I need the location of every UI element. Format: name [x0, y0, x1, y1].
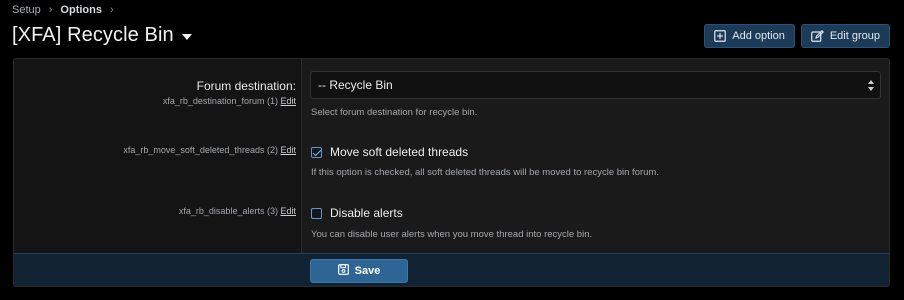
option-key-text: xfa_rb_destination_forum (1)	[162, 96, 278, 106]
option-hint: If this option is checked, all soft dele…	[311, 167, 659, 178]
option-label: Forum destination:	[196, 79, 296, 93]
edit-link[interactable]: Edit	[280, 96, 296, 106]
option-key: xfa_rb_destination_forum (1) Edit	[163, 96, 296, 106]
header-actions: Add option Edit group	[704, 24, 890, 48]
breadcrumb-setup[interactable]: Setup	[12, 4, 41, 16]
edit-link[interactable]: Edit	[280, 145, 296, 155]
add-option-label: Add option	[732, 30, 785, 42]
options-panel: Forum destination: xfa_rb_destination_fo…	[13, 58, 890, 287]
breadcrumb-options[interactable]: Options	[60, 4, 102, 16]
form-footer: Save	[14, 253, 889, 286]
plus-square-icon	[714, 30, 727, 42]
breadcrumb-separator: ›	[109, 4, 114, 16]
option-key: xfa_rb_disable_alerts (3) Edit	[179, 206, 296, 216]
breadcrumb-separator: ›	[48, 4, 53, 16]
page-title[interactable]: [XFA] Recycle Bin	[12, 24, 192, 47]
option-row-disable-alerts: xfa_rb_disable_alerts (3) Edit Disable a…	[14, 187, 889, 253]
edit-icon	[810, 30, 824, 42]
add-option-button[interactable]: Add option	[704, 24, 795, 48]
option-key-text: xfa_rb_move_soft_deleted_threads (2)	[123, 145, 278, 155]
checkbox-label: Disable alerts	[330, 206, 403, 220]
option-row-move-soft-deleted: xfa_rb_move_soft_deleted_threads (2) Edi…	[14, 123, 889, 187]
edit-group-label: Edit group	[829, 30, 880, 42]
disable-alerts-checkbox-row[interactable]: Disable alerts	[311, 206, 403, 220]
caret-down-icon[interactable]	[181, 34, 192, 40]
save-label: Save	[354, 265, 381, 277]
option-row-destination-forum: Forum destination: xfa_rb_destination_fo…	[14, 59, 889, 123]
option-hint: You can disable user alerts when you mov…	[311, 229, 593, 240]
option-hint: Select forum destination for recycle bin…	[311, 107, 478, 118]
edit-link[interactable]: Edit	[280, 206, 296, 216]
option-key: xfa_rb_move_soft_deleted_threads (2) Edi…	[123, 145, 296, 155]
save-icon	[337, 264, 349, 278]
checkbox-label: Move soft deleted threads	[330, 145, 469, 159]
edit-group-button[interactable]: Edit group	[800, 24, 890, 48]
breadcrumb: Setup › Options ›	[12, 4, 114, 16]
option-key-text: xfa_rb_disable_alerts (3)	[178, 206, 278, 216]
move-soft-deleted-checkbox-row[interactable]: Move soft deleted threads	[311, 145, 468, 159]
page-title-text: [XFA] Recycle Bin	[12, 24, 174, 46]
checkbox-unchecked[interactable]	[311, 207, 322, 219]
select-arrows-icon	[868, 80, 874, 91]
save-button[interactable]: Save	[310, 259, 408, 283]
select-value: -- Recycle Bin	[318, 78, 393, 92]
checkbox-checked[interactable]	[311, 146, 322, 158]
forum-destination-select[interactable]: -- Recycle Bin	[310, 71, 881, 99]
